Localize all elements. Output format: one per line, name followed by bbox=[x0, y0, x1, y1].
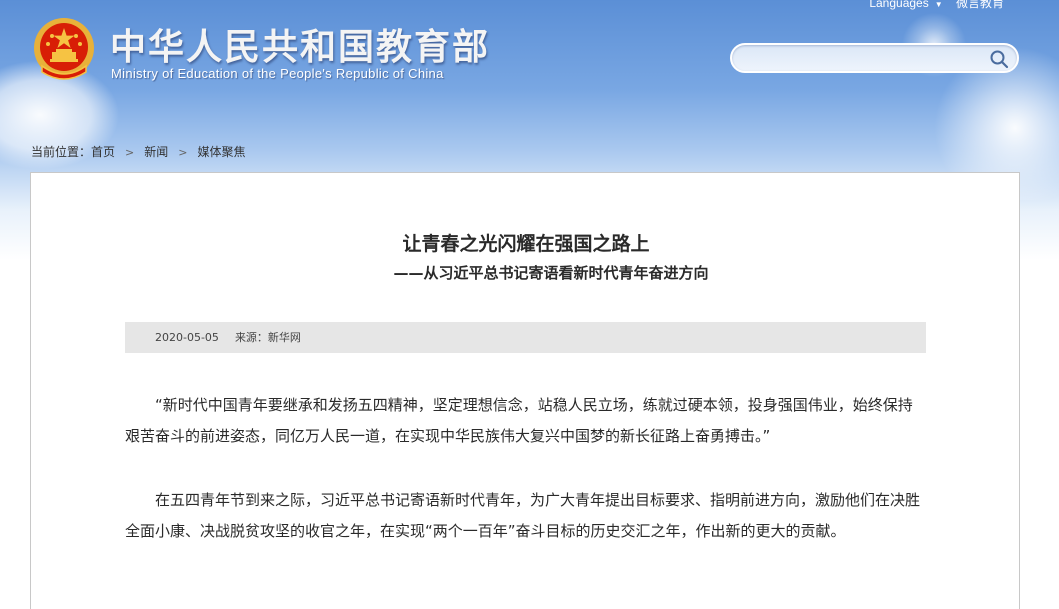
weibo-link[interactable]: 微言教育 bbox=[956, 0, 1004, 10]
site-title[interactable]: 中华人民共和国教育部 bbox=[110, 18, 490, 70]
caret-down-icon[interactable]: ▼ bbox=[935, 0, 943, 9]
breadcrumb-news-link[interactable]: 新闻 bbox=[144, 145, 168, 159]
search-box bbox=[730, 43, 1019, 73]
breadcrumb-home-link[interactable]: 首页 bbox=[91, 145, 115, 159]
article-date: 2020-05-05 bbox=[155, 331, 219, 344]
site-subtitle: Ministry of Education of the People's Re… bbox=[111, 66, 444, 81]
breadcrumb-current-link[interactable]: 媒体聚焦 bbox=[197, 145, 245, 159]
article-paragraph: “新时代中国青年要继承和发扬五四精神，坚定理想信念，站稳人民立场，练就过硬本领，… bbox=[125, 396, 913, 445]
national-emblem-icon[interactable] bbox=[32, 16, 96, 82]
chevron-right-icon: > bbox=[178, 146, 188, 159]
search-icon[interactable] bbox=[989, 49, 1009, 69]
breadcrumb: 当前位置：首页 > 新闻 > 媒体聚焦 bbox=[31, 143, 246, 160]
article-meta-bar: 2020-05-05 来源：新华网 bbox=[125, 322, 926, 353]
article-container: 让青春之光闪耀在强国之路上 ——从习近平总书记寄语看新时代青年奋进方向 2020… bbox=[30, 172, 1020, 609]
article-paragraph: 在五四青年节到来之际，习近平总书记寄语新时代青年，为广大青年提出目标要求、指明前… bbox=[125, 491, 921, 540]
article-source: 来源：新华网 bbox=[234, 331, 301, 344]
breadcrumb-prefix: 当前位置： bbox=[31, 145, 92, 159]
languages-link[interactable]: Languages bbox=[869, 0, 928, 10]
article-subtitle: ——从习近平总书记寄语看新时代青年奋进方向 bbox=[393, 264, 709, 282]
article-title: 让青春之光闪耀在强国之路上 bbox=[402, 233, 650, 255]
chevron-right-icon: > bbox=[125, 146, 135, 159]
top-links: Languages ▼ 微言教育 bbox=[859, 0, 1004, 11]
search-input[interactable] bbox=[746, 48, 986, 68]
